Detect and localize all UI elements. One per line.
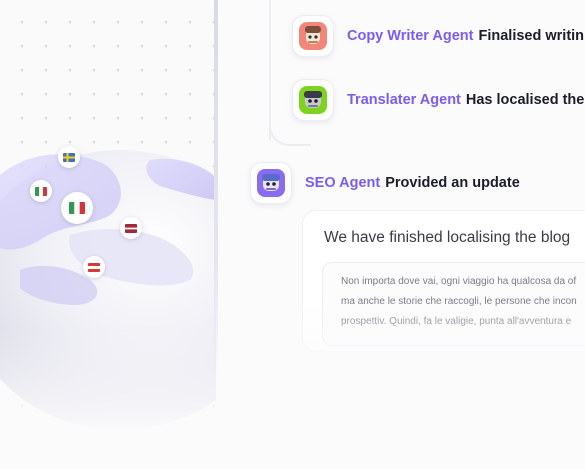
flag-pin — [30, 180, 52, 202]
agent-action: Finalised writin — [478, 28, 585, 44]
italy-flag-icon — [69, 202, 85, 214]
agent-avatar — [250, 162, 292, 204]
agent-avatar — [292, 15, 334, 57]
robot-avatar-icon — [299, 86, 327, 114]
timeline-item[interactable]: SEO Agent Provided an update — [250, 162, 520, 204]
timeline-item[interactable]: Translater Agent Has localised the — [292, 79, 584, 121]
timeline-connector — [269, 118, 311, 146]
flag-pin — [83, 256, 105, 278]
quote-line: Non importa dove vai, ogni viaggio ha qu… — [341, 276, 577, 287]
flag-pin — [120, 217, 142, 239]
agent-action: Has localised the — [465, 92, 585, 108]
agent-name[interactable]: Copy Writer Agent — [347, 28, 473, 44]
agent-avatar — [292, 79, 334, 121]
agent-name[interactable]: SEO Agent — [305, 175, 380, 191]
panel-divider — [214, 0, 218, 380]
austria-flag-icon — [88, 262, 100, 272]
timeline-item[interactable]: Copy Writer Agent Finalised writin — [292, 15, 584, 57]
agent-name[interactable]: Translater Agent — [347, 92, 461, 108]
quote-line: ma anche le storie che raccogli, le pers… — [341, 296, 577, 307]
agent-action: Provided an update — [385, 175, 520, 191]
flag-pin — [58, 146, 80, 168]
globe-panel — [0, 0, 216, 469]
latvia-flag-icon — [125, 223, 137, 233]
flag-pin-active — [61, 192, 93, 224]
italy-flag-icon — [35, 186, 47, 196]
globe-illustration — [0, 150, 216, 430]
quote-line: prospettiv. Quindi, fa le valigie, punta… — [341, 316, 572, 327]
robot-avatar-icon — [299, 22, 327, 50]
message-title: We have finished localising the blog — [324, 229, 571, 246]
robot-avatar-icon — [257, 169, 285, 197]
sweden-flag-icon — [63, 152, 75, 162]
